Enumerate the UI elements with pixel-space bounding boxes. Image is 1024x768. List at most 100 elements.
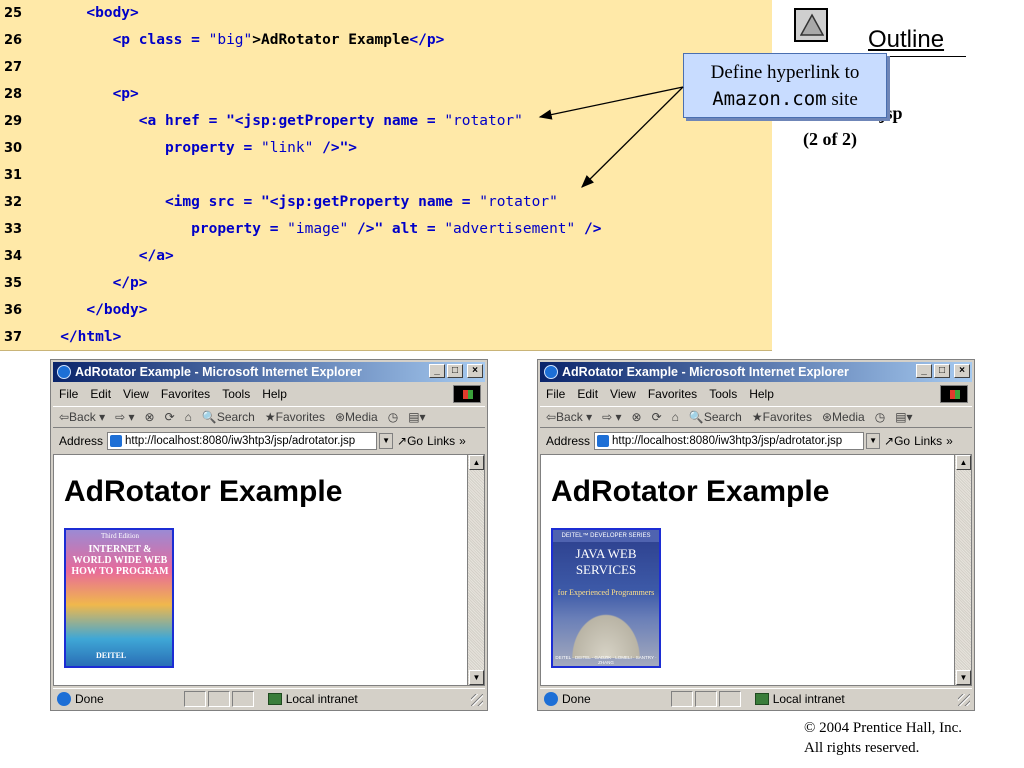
- links-button[interactable]: Links: [427, 434, 455, 448]
- maximize-button[interactable]: □: [447, 364, 463, 378]
- code-line: 35 </p>: [0, 270, 772, 297]
- toolbar-button[interactable]: ⇨ ▾: [115, 410, 134, 424]
- menu-item[interactable]: View: [610, 387, 636, 401]
- toolbar-button[interactable]: ▤▾: [408, 410, 425, 424]
- status-cells: [670, 690, 743, 707]
- toolbar-button[interactable]: 🔍Search: [202, 410, 255, 424]
- chevron-right-icon[interactable]: »: [946, 434, 953, 448]
- code-text: <a href = "<jsp:getProperty name = "rota…: [34, 108, 523, 135]
- browser-window: AdRotator Example - Microsoft Internet E…: [50, 359, 488, 711]
- status-bar: Done Local intranet: [53, 688, 485, 708]
- menu-bar: File Edit View Favorites Tools Help: [53, 384, 485, 404]
- code-token: property =: [34, 140, 261, 156]
- status-cell: [670, 690, 693, 707]
- close-button[interactable]: ×: [954, 364, 970, 378]
- address-label: Address: [546, 434, 591, 448]
- scroll-up-button[interactable]: ▲: [469, 455, 484, 470]
- line-number: 30: [4, 141, 23, 156]
- toolbar-button[interactable]: 🔍Search: [689, 410, 742, 424]
- menu-item[interactable]: Favorites: [161, 387, 210, 401]
- page-heading: AdRotator Example: [64, 475, 343, 508]
- book-title: INTERNET & WORLD WIDE WEB HOW TO PROGRAM: [71, 544, 169, 577]
- toolbar-button[interactable]: ⇦Back ▾: [59, 410, 105, 424]
- toolbar-button[interactable]: ★Favorites: [752, 410, 812, 424]
- menu-item[interactable]: Edit: [90, 387, 111, 401]
- address-bar: Address http://localhost:8080/iw3htp3/js…: [540, 430, 972, 452]
- toolbar-button[interactable]: ⇨ ▾: [602, 410, 621, 424]
- window-controls: _ □ ×: [429, 364, 483, 378]
- code-token: "rotator": [479, 194, 558, 210]
- toolbar-button[interactable]: ⊛Media: [335, 410, 378, 424]
- window-titlebar[interactable]: AdRotator Example - Microsoft Internet E…: [540, 362, 972, 382]
- menu-item[interactable]: Help: [262, 387, 287, 401]
- chevron-down-icon[interactable]: ▼: [379, 433, 394, 449]
- page-heading: AdRotator Example: [551, 475, 830, 508]
- toolbar-button[interactable]: ⊗: [632, 410, 642, 424]
- menu-item[interactable]: File: [59, 387, 78, 401]
- book-subtitle: for Experienced Programmers: [557, 588, 655, 597]
- line-number: 25: [4, 6, 23, 21]
- code-text: <p>: [34, 81, 139, 108]
- vertical-scrollbar[interactable]: ▲ ▼: [468, 454, 485, 686]
- toolbar-button[interactable]: ◷: [875, 410, 885, 424]
- status-cell: [231, 690, 254, 707]
- code-line: 25 <body>: [0, 0, 772, 27]
- chevron-down-icon[interactable]: ▼: [866, 433, 881, 449]
- status-cell: [718, 690, 741, 707]
- address-input[interactable]: http://localhost:8080/iw3htp3/jsp/adrota…: [594, 432, 865, 450]
- toolbar-button[interactable]: ★Favorites: [265, 410, 325, 424]
- minimize-button[interactable]: _: [916, 364, 932, 378]
- go-button[interactable]: ↗Go: [397, 434, 423, 448]
- maximize-button[interactable]: □: [934, 364, 950, 378]
- toolbar-button[interactable]: ⌂: [672, 410, 679, 424]
- minimize-button[interactable]: _: [429, 364, 445, 378]
- window-title: AdRotator Example - Microsoft Internet E…: [562, 365, 849, 379]
- resize-grip[interactable]: [958, 694, 970, 706]
- links-button[interactable]: Links: [914, 434, 942, 448]
- scroll-up-button[interactable]: ▲: [956, 455, 971, 470]
- close-button[interactable]: ×: [467, 364, 483, 378]
- resize-grip[interactable]: [471, 694, 483, 706]
- scroll-down-button[interactable]: ▼: [469, 670, 484, 685]
- toolbar-button[interactable]: ▤▾: [895, 410, 912, 424]
- scroll-down-button[interactable]: ▼: [956, 670, 971, 685]
- book-title: JAVA WEB SERVICES: [575, 546, 637, 577]
- address-url: http://localhost:8080/iw3htp3/jsp/adrota…: [612, 435, 843, 447]
- outline-nav-button[interactable]: [794, 8, 828, 42]
- status-page-icon: [57, 691, 71, 706]
- go-button[interactable]: ↗Go: [884, 434, 910, 448]
- code-line: 27: [0, 54, 772, 81]
- menu-item[interactable]: File: [546, 387, 565, 401]
- vertical-scrollbar[interactable]: ▲ ▼: [955, 454, 972, 686]
- address-input[interactable]: http://localhost:8080/iw3htp3/jsp/adrota…: [107, 432, 378, 450]
- ad-link[interactable]: DEITEL™ DEVELOPER SERIES JAVA WEB SERVIC…: [551, 528, 661, 668]
- page-viewport: AdRotator Example Third Edition INTERNET…: [53, 454, 468, 686]
- menu-item[interactable]: Tools: [222, 387, 250, 401]
- callout-box: Define hyperlink to Amazon.com site: [683, 53, 887, 118]
- menu-item[interactable]: Favorites: [648, 387, 697, 401]
- menu-item[interactable]: Edit: [577, 387, 598, 401]
- toolbar-button[interactable]: ◷: [388, 410, 398, 424]
- toolbar-button[interactable]: ⟳: [165, 410, 175, 424]
- outline-link[interactable]: Outline: [868, 26, 944, 54]
- code-text: </p>: [34, 270, 148, 297]
- chevron-right-icon[interactable]: »: [459, 434, 466, 448]
- code-token: </p>: [34, 275, 148, 291]
- toolbar-button[interactable]: ⊛Media: [822, 410, 865, 424]
- menu-item[interactable]: Tools: [709, 387, 737, 401]
- window-title: AdRotator Example - Microsoft Internet E…: [75, 365, 362, 379]
- toolbar-button[interactable]: ⌂: [185, 410, 192, 424]
- menu-item[interactable]: View: [123, 387, 149, 401]
- window-titlebar[interactable]: AdRotator Example - Microsoft Internet E…: [53, 362, 485, 382]
- code-token: </p>: [409, 32, 445, 48]
- code-token: <img src =: [34, 194, 261, 210]
- menu-item[interactable]: Help: [749, 387, 774, 401]
- code-token: >AdRotator Example: [252, 32, 410, 48]
- code-line: 29 <a href = "<jsp:getProperty name = "r…: [0, 108, 772, 135]
- zone-text: Local intranet: [772, 691, 845, 706]
- ad-link[interactable]: Third Edition INTERNET & WORLD WIDE WEB …: [64, 528, 174, 668]
- toolbar-button[interactable]: ⇦Back ▾: [546, 410, 592, 424]
- toolbar-button[interactable]: ⟳: [652, 410, 662, 424]
- go-label: Go: [894, 434, 911, 448]
- toolbar-button[interactable]: ⊗: [145, 410, 155, 424]
